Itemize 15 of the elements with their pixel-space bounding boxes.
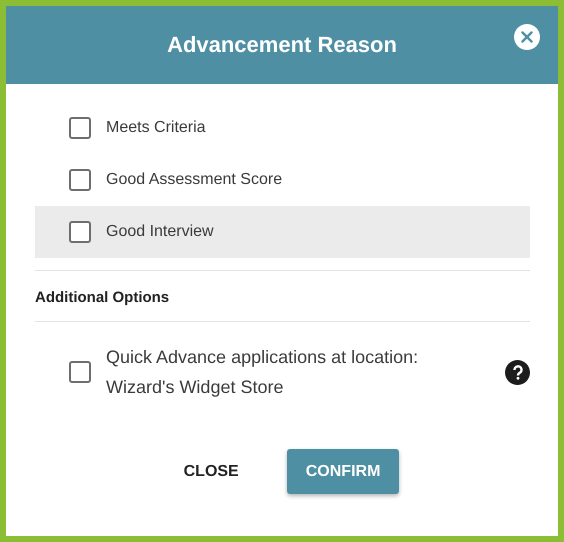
close-button[interactable]: CLOSE (166, 449, 257, 494)
section-heading: Additional Options (35, 288, 170, 308)
checkbox[interactable] (69, 221, 91, 243)
checkbox[interactable] (69, 361, 91, 383)
checkbox[interactable] (69, 169, 91, 191)
checkbox-label: Good Assessment Score (106, 171, 282, 189)
checkbox-label: Quick Advance applications at location: Wizard's Widget Store (106, 346, 420, 399)
close-icon[interactable] (514, 24, 540, 50)
checkbox-label: Meets Criteria (106, 119, 206, 137)
help-icon[interactable] (505, 360, 530, 384)
confirm-button[interactable]: CONFIRM (286, 449, 400, 494)
checkbox[interactable] (69, 117, 91, 139)
dialog-title: Advancement Reason (167, 32, 397, 58)
checkbox-label: Good Interview (106, 223, 214, 241)
highlighted-row[interactable]: Good Interview (35, 206, 530, 258)
